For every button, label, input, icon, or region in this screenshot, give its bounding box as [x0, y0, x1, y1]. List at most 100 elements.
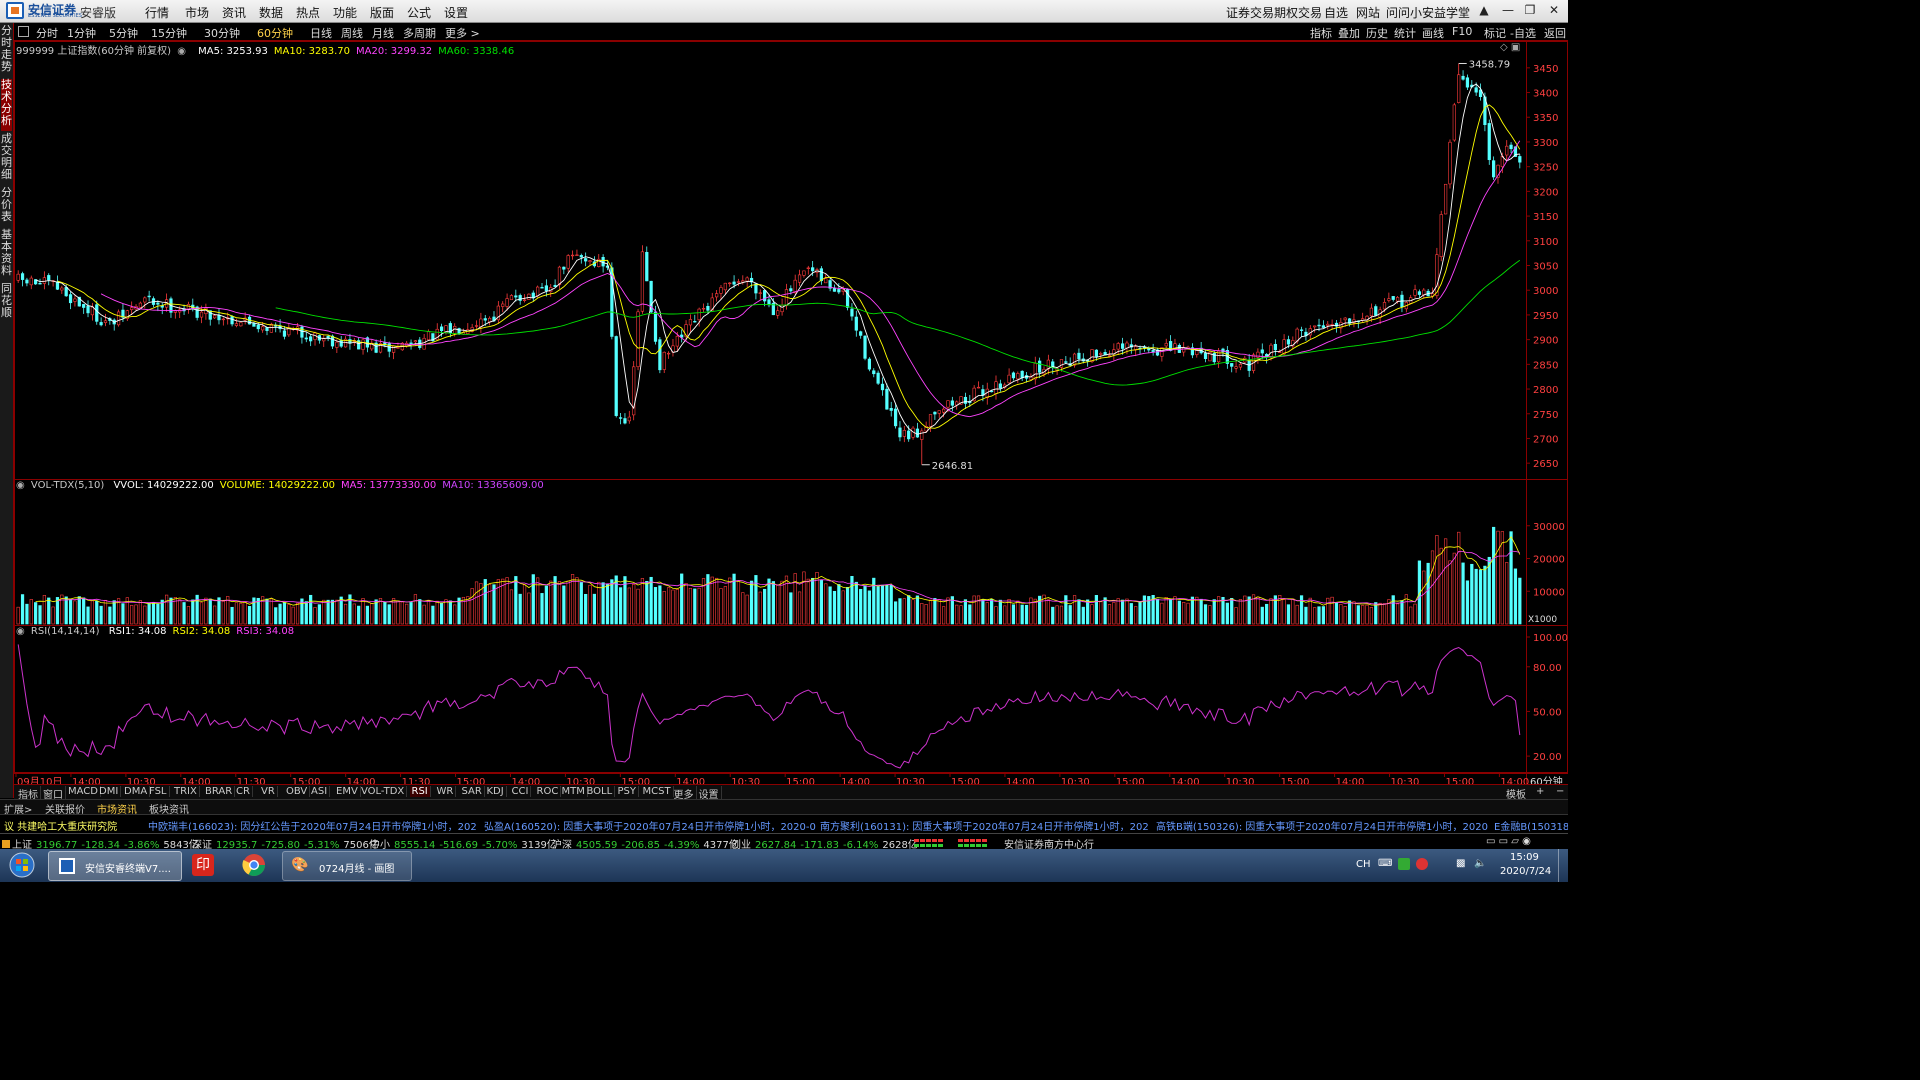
period-tab[interactable]: 30分钟	[204, 25, 240, 41]
menu-item[interactable]: 资讯	[222, 4, 246, 21]
remove-window-button[interactable]: −	[1554, 786, 1566, 797]
menu-item[interactable]: 公式	[407, 4, 431, 21]
keyboard-icon[interactable]: ⌨	[1378, 858, 1392, 869]
chart-tool-button[interactable]: 历史	[1366, 25, 1388, 41]
language-indicator[interactable]: CH	[1356, 859, 1371, 870]
volume-bar	[1086, 599, 1090, 625]
indicator-tab[interactable]: SAR	[460, 786, 485, 797]
chart-tool-button[interactable]: F10	[1452, 25, 1472, 38]
chart-tool-button[interactable]: 统计	[1394, 25, 1416, 41]
indicator-tab[interactable]: BOLL	[585, 786, 616, 797]
tray-app-red-icon[interactable]	[1416, 858, 1428, 873]
clock-date[interactable]: 2020/7/24	[1500, 866, 1551, 877]
left-tab[interactable]: 同花顺	[1, 283, 12, 323]
top-right-menu-item[interactable]: 期权交易	[1274, 4, 1322, 21]
chart-tool-button[interactable]: 叠加	[1338, 25, 1360, 41]
volume-bar	[317, 604, 321, 625]
news-ticker[interactable]: 议 共建哈工大重庆研究院 中欧瑞丰(166023): 因分红公告于2020年07月2…	[0, 814, 1568, 833]
period-tab[interactable]: 5分钟	[109, 25, 138, 41]
news-item[interactable]: 议 共建哈工大重庆研究院	[4, 818, 117, 833]
period-tab[interactable]: 多周期	[403, 25, 436, 41]
status-icons[interactable]: ▭ ▭ ▱ ◉	[1486, 836, 1531, 847]
network-icon[interactable]: ▩	[1456, 858, 1465, 869]
indicator-tab[interactable]: RSI	[409, 786, 431, 797]
top-right-menu-item[interactable]: 网站	[1356, 4, 1380, 21]
chart-area[interactable]: 3458.79 2646.81 3450 3400 3350 3300 3250 3200 3…	[14, 41, 1568, 789]
chart-tool-button[interactable]: 返回	[1544, 25, 1566, 41]
indicator-tab[interactable]: WR	[435, 786, 457, 797]
left-tab[interactable]: 基本资料	[1, 229, 12, 281]
period-tab[interactable]: 周线	[341, 25, 363, 41]
indicator-tab[interactable]: VR	[259, 786, 278, 797]
menu-item[interactable]: 市场	[185, 4, 209, 21]
chart-tool-button[interactable]: -自选	[1510, 25, 1536, 41]
left-tab[interactable]: 分时走势	[1, 25, 12, 77]
chart-tool-button[interactable]: 画线	[1422, 25, 1444, 41]
top-right-menu-item[interactable]: 自选	[1324, 4, 1348, 21]
menu-item[interactable]: 版面	[370, 4, 394, 21]
top-right-menu-item[interactable]: 证券交易	[1226, 4, 1274, 21]
panel-toggle-icon[interactable]	[18, 26, 29, 37]
indicator-tab[interactable]: ASI	[309, 786, 331, 797]
indicator-tab[interactable]: VOL-TDX	[359, 786, 408, 797]
volume-icon[interactable]: 🔈	[1474, 858, 1486, 869]
collapse-icon[interactable]: ◉	[16, 626, 25, 637]
news-item[interactable]: 南方聚利(160131): 因重大事项于2020年07月24日开市停牌1小时，20…	[820, 818, 1149, 833]
start-button[interactable]	[4, 851, 40, 879]
add-window-button[interactable]: +	[1534, 786, 1546, 797]
left-tab[interactable]: 分价表	[1, 187, 12, 227]
chart-tool-button[interactable]: 标记	[1484, 25, 1506, 41]
indicator-tab[interactable]: OBV	[284, 786, 311, 797]
indicator-tab[interactable]: DMA	[122, 786, 151, 797]
indicator-tab[interactable]: EMV	[334, 786, 361, 797]
collapse-icon[interactable]: ◉	[16, 480, 25, 491]
close-button[interactable]: ✕	[1546, 3, 1562, 17]
taskbar-item-trading-app[interactable]: 安信安睿终端V7....	[48, 851, 182, 881]
indicator-tab[interactable]: MCST	[641, 786, 674, 797]
period-tab[interactable]: 1分钟	[67, 25, 96, 41]
clock-time[interactable]: 15:09	[1510, 852, 1539, 863]
top-right-menu-item[interactable]: 问问小安	[1386, 4, 1434, 21]
indicator-tab[interactable]: ROC	[535, 786, 562, 797]
period-tab[interactable]: 更多 >	[445, 25, 480, 41]
chart-canvas[interactable]: 3458.79 2646.81 3450 3400 3350 3300 3250 3200 3…	[14, 41, 1568, 789]
indicator-tab[interactable]: CR	[234, 786, 253, 797]
candle-body	[1443, 183, 1448, 215]
indicator-tab[interactable]: PSY	[616, 786, 639, 797]
tray-app-green-icon[interactable]	[1398, 858, 1410, 873]
period-tab[interactable]: 60分钟	[257, 25, 293, 41]
chart-options-icon[interactable]: ◇ ▣	[1500, 42, 1520, 53]
pin-icon[interactable]: ▲	[1476, 3, 1492, 17]
news-item[interactable]: 高铁B端(150326): 因重大事项于2020年07月24日开市停牌1小时，20…	[1156, 818, 1488, 833]
menu-item[interactable]: 行情	[145, 4, 169, 21]
indicator-tab[interactable]: KDJ	[485, 786, 507, 797]
chart-tool-button[interactable]: 指标	[1310, 25, 1332, 41]
period-tab[interactable]: 15分钟	[151, 25, 187, 41]
period-tab[interactable]: 分时	[36, 25, 58, 41]
indicator-tab[interactable]: MACD	[66, 786, 101, 797]
top-right-menu-item[interactable]: 益学堂	[1434, 4, 1470, 21]
indicator-tab[interactable]: FSL	[147, 786, 170, 797]
period-tab[interactable]: 日线	[310, 25, 332, 41]
chrome-icon[interactable]	[240, 851, 272, 879]
news-item[interactable]: 中欧瑞丰(166023): 因分红公告于2020年07月24日开市停牌1小时，20…	[148, 818, 477, 833]
minimize-button[interactable]: —	[1500, 3, 1516, 17]
taskbar-app-red-icon[interactable]: 印	[188, 851, 220, 879]
left-tab[interactable]: 技术分析	[1, 79, 12, 131]
news-item[interactable]: 弘盈A(160520): 因重大事项于2020年07月24日开市停牌1小时，202…	[484, 818, 816, 833]
left-tab[interactable]: 成交明细	[1, 133, 12, 185]
menu-item[interactable]: 功能	[333, 4, 357, 21]
menu-item[interactable]: 数据	[259, 4, 283, 21]
show-desktop-button[interactable]	[1558, 849, 1569, 882]
collapse-icon[interactable]: ◉	[177, 46, 186, 57]
menu-item[interactable]: 设置	[444, 4, 468, 21]
indicator-tab[interactable]: CCI	[510, 786, 532, 797]
restore-button[interactable]: ❐	[1522, 3, 1538, 17]
indicator-tab[interactable]: BRAR	[203, 786, 236, 797]
taskbar-item-paint[interactable]: 🎨 0724月线 - 画图	[282, 851, 412, 881]
indicator-tab[interactable]: DMI	[97, 786, 122, 797]
indicator-tab[interactable]: TRIX	[172, 786, 200, 797]
news-item[interactable]: E金融B(150318):	[1494, 818, 1568, 833]
menu-item[interactable]: 热点	[296, 4, 320, 21]
period-tab[interactable]: 月线	[372, 25, 394, 41]
